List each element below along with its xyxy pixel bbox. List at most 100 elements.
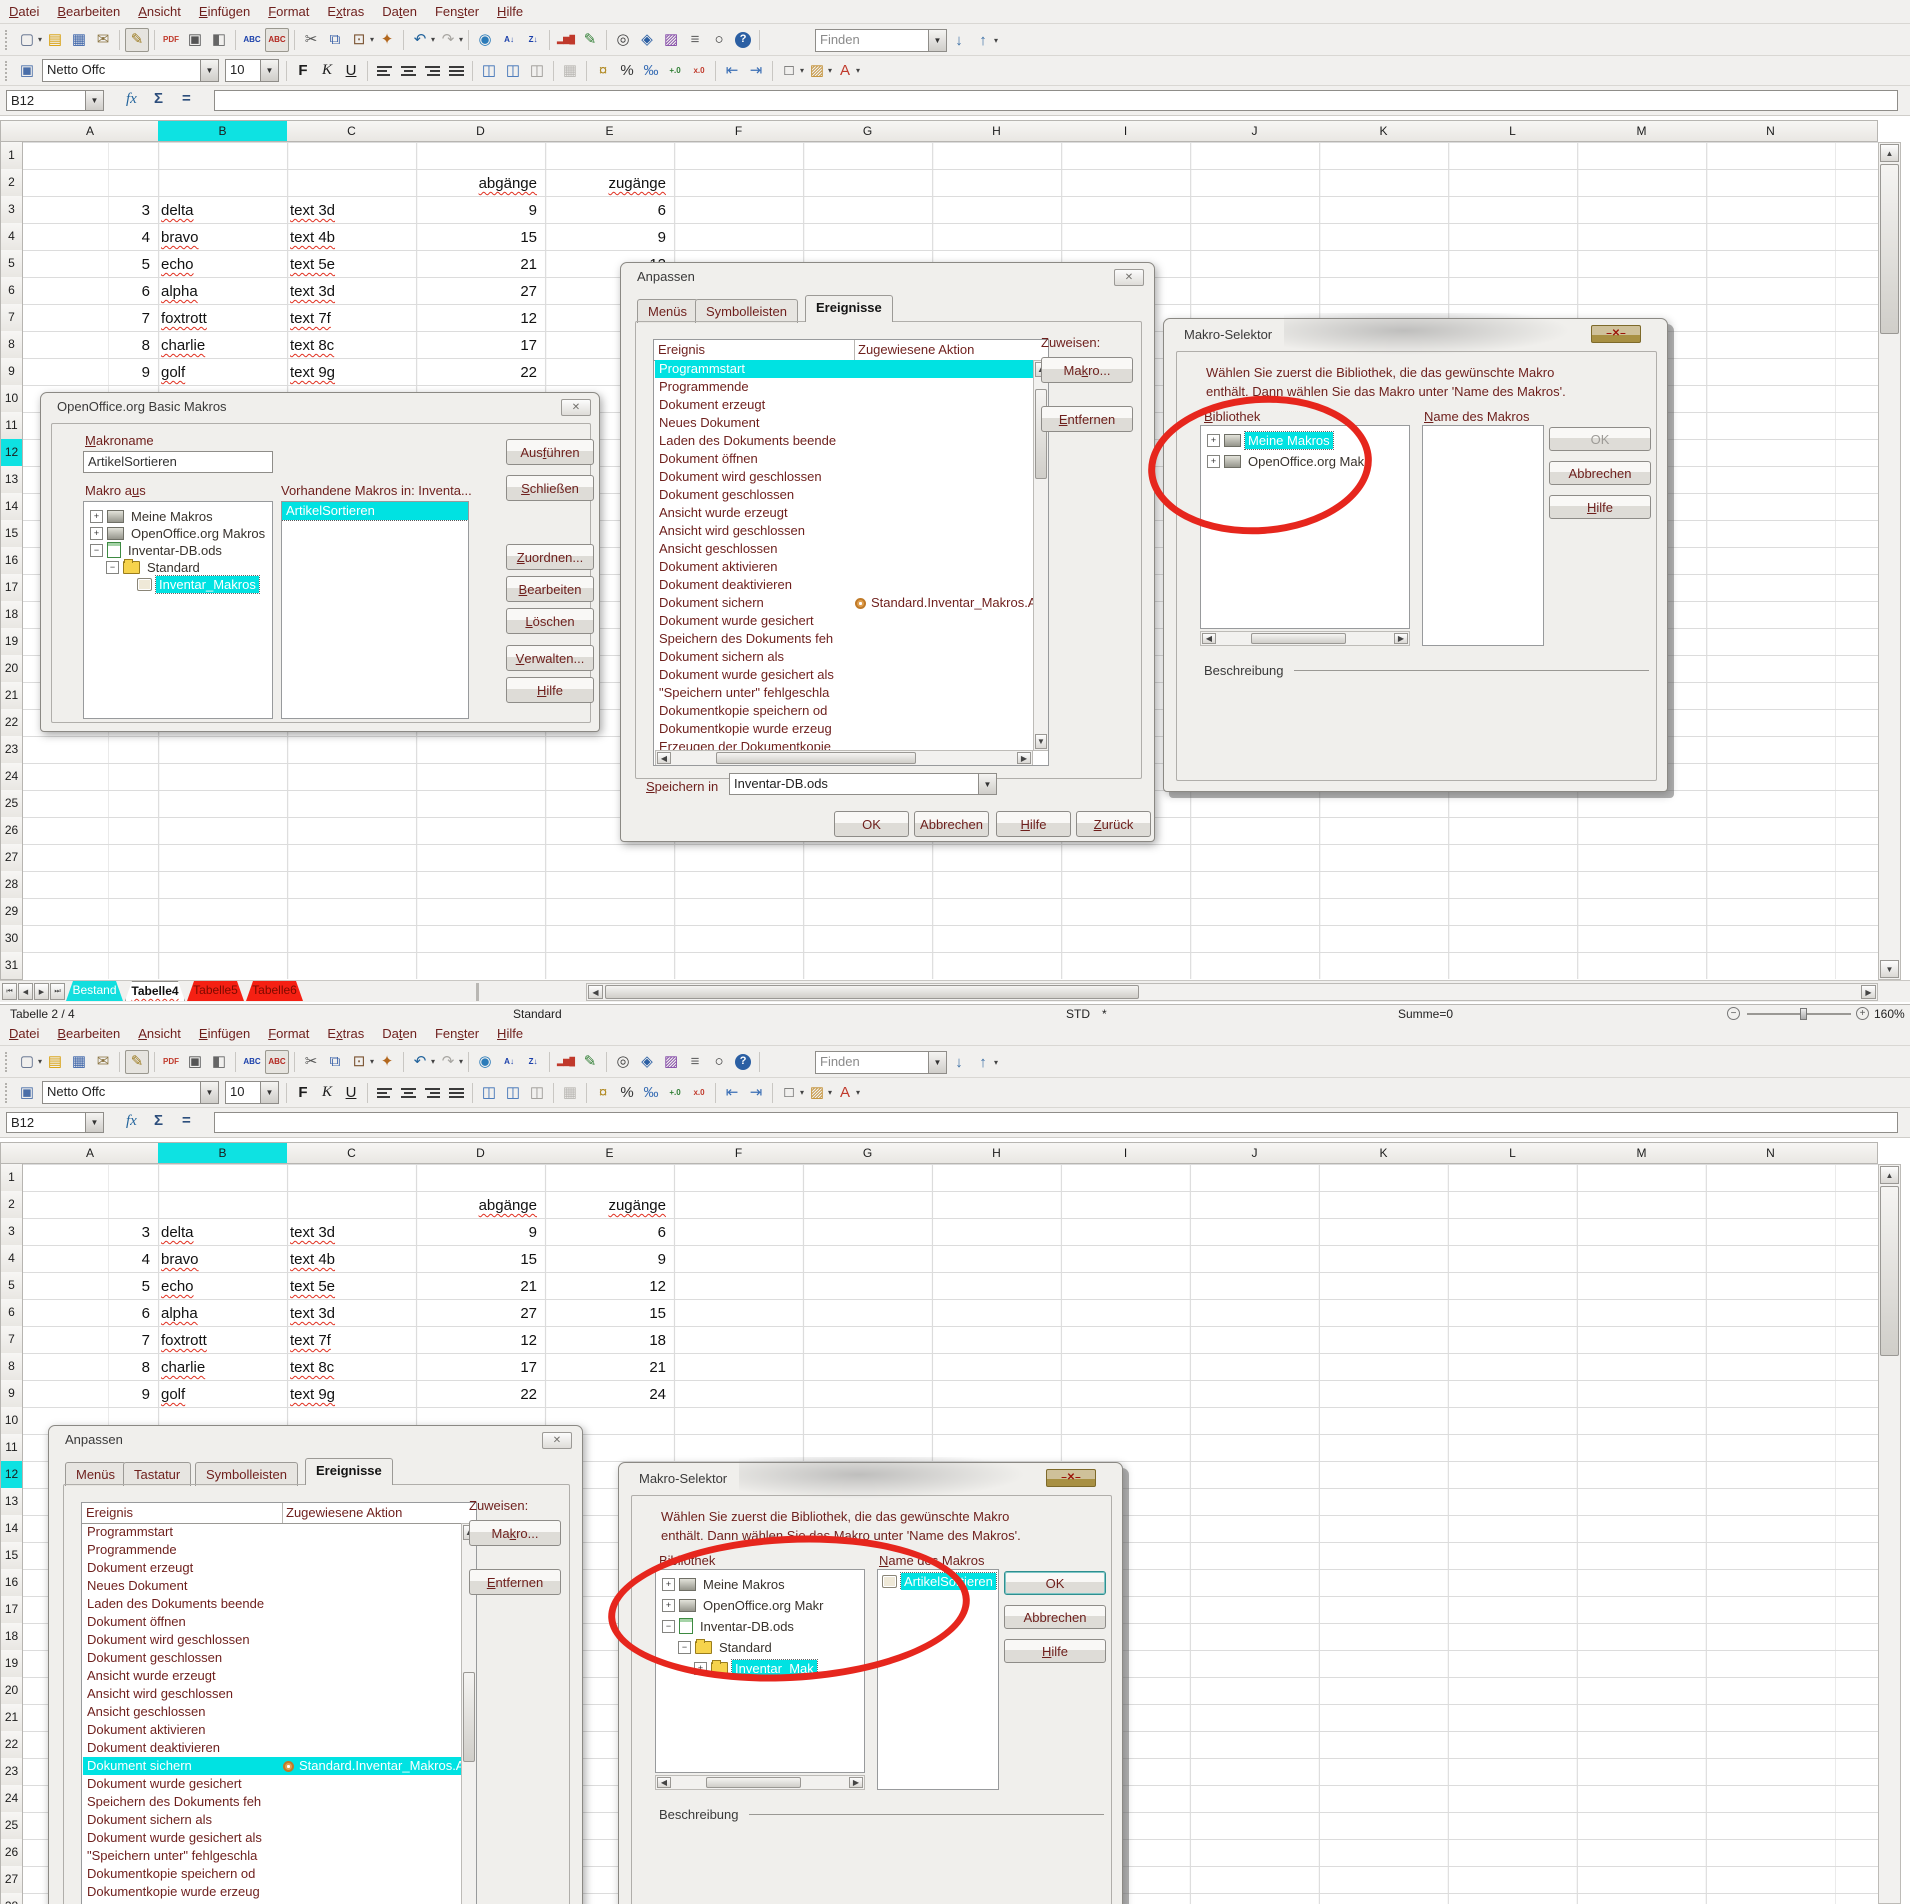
- button-hilfe[interactable]: Hilfe: [506, 677, 594, 703]
- event-row[interactable]: Dokument wurde gesichert als: [655, 666, 1033, 684]
- delete-decimal-icon[interactable]: x.0: [688, 60, 710, 82]
- row-header-26[interactable]: 26: [0, 817, 23, 845]
- row-header-8[interactable]: 8: [0, 331, 23, 359]
- cell-D3[interactable]: 9: [416, 197, 544, 223]
- cell-B5[interactable]: echo: [158, 1273, 286, 1299]
- underline-icon[interactable]: U: [340, 60, 362, 82]
- cell-B9[interactable]: golf: [158, 1381, 286, 1407]
- table-borders-icon[interactable]: ▦: [559, 1082, 581, 1104]
- cell-D7[interactable]: 12: [416, 1327, 544, 1353]
- cell-A8[interactable]: 8: [22, 332, 157, 358]
- font-name-combo[interactable]: Netto Offc▼: [42, 1081, 219, 1104]
- event-row[interactable]: Dokument erzeugt: [655, 396, 1033, 414]
- find-dropdown-icon[interactable]: ▼: [928, 30, 946, 51]
- insert-chart-icon[interactable]: ▂▆█: [555, 29, 577, 51]
- row-header-10[interactable]: 10: [0, 1407, 23, 1435]
- sheet-nav-next-icon[interactable]: ▶: [34, 983, 49, 1000]
- event-row[interactable]: Dokument wurde gesichert: [655, 612, 1033, 630]
- event-row[interactable]: Neues Dokument: [83, 1577, 461, 1595]
- event-row[interactable]: Programmstart: [83, 1523, 461, 1541]
- cell-D9[interactable]: 22: [416, 1381, 544, 1407]
- dropdown-arrow-icon[interactable]: ▾: [459, 35, 463, 44]
- row-header-9[interactable]: 9: [0, 358, 23, 386]
- table-borders-icon[interactable]: ▦: [559, 60, 581, 82]
- macro-name-list[interactable]: ArtikelSortieren: [877, 1569, 999, 1790]
- save-in-combo[interactable]: Inventar-DB.ods▼: [729, 773, 997, 795]
- undo-icon[interactable]: ↶: [409, 29, 431, 51]
- row-header-16[interactable]: 16: [0, 1569, 23, 1597]
- row-header-24[interactable]: 24: [0, 763, 23, 791]
- event-row[interactable]: Dokument wurde gesichert: [83, 1775, 461, 1793]
- column-header-L[interactable]: L: [1448, 1142, 1578, 1164]
- new-document-icon[interactable]: ▢: [16, 29, 38, 51]
- column-header-F[interactable]: F: [674, 1142, 804, 1164]
- cell-C9[interactable]: text 9g: [287, 359, 415, 385]
- tree-expander-icon[interactable]: +: [1207, 434, 1220, 447]
- sort-ascending-icon[interactable]: A↓: [498, 1051, 520, 1073]
- cut-icon[interactable]: ✂: [300, 1051, 322, 1073]
- save-in-dropdown-icon[interactable]: ▼: [978, 774, 996, 794]
- column-header-E[interactable]: E: [545, 1142, 675, 1164]
- sum-button[interactable]: Σ: [154, 90, 178, 111]
- auto-spellcheck-icon[interactable]: ABC: [265, 1050, 289, 1074]
- row-header-15[interactable]: 15: [0, 520, 23, 548]
- format-percent-icon[interactable]: %: [616, 1082, 638, 1104]
- sheet-tab-tabelle4[interactable]: Tabelle4: [125, 981, 185, 1001]
- row-header-18[interactable]: 18: [0, 1623, 23, 1651]
- row-header-19[interactable]: 19: [0, 628, 23, 656]
- cell-C4[interactable]: text 4b: [287, 1246, 415, 1272]
- delete-decimal-icon[interactable]: x.0: [688, 1082, 710, 1104]
- function-wizard-button[interactable]: fx: [126, 1112, 150, 1133]
- row-header-29[interactable]: 29: [0, 898, 23, 926]
- decrease-indent-icon[interactable]: ⇤: [721, 60, 743, 82]
- scrollbar-thumb[interactable]: [605, 985, 1139, 999]
- scroll-right-icon[interactable]: ▶: [1017, 752, 1031, 764]
- row-header-18[interactable]: 18: [0, 601, 23, 629]
- sheet-tab-tabelle5[interactable]: Tabelle5: [187, 981, 244, 1001]
- tree-expander-icon[interactable]: −: [678, 1641, 691, 1654]
- row-header-11[interactable]: 11: [0, 412, 23, 440]
- scroll-left-icon[interactable]: ◀: [1202, 633, 1216, 644]
- tree-expander-icon[interactable]: +: [1207, 455, 1220, 468]
- data-sources-icon[interactable]: ≡: [684, 29, 706, 51]
- tab-tastatur[interactable]: Tastatur: [123, 1462, 191, 1486]
- italic-icon[interactable]: K: [316, 1082, 338, 1104]
- tree-item[interactable]: −Inventar-DB.ods: [662, 1616, 797, 1636]
- scroll-right-icon[interactable]: ▶: [1394, 633, 1408, 644]
- button-abbrechen[interactable]: Abbrechen: [914, 811, 989, 837]
- row-header-31[interactable]: 31: [0, 952, 23, 980]
- event-row[interactable]: Programmende: [655, 378, 1033, 396]
- redo-icon[interactable]: ↷: [437, 29, 459, 51]
- add-decimal-icon[interactable]: +.0: [664, 1082, 686, 1104]
- menu-extras[interactable]: Extras: [318, 1023, 373, 1044]
- new-document-icon[interactable]: ▢: [16, 1051, 38, 1073]
- event-row[interactable]: Dokumentkopie speichern od: [655, 702, 1033, 720]
- find-input[interactable]: Finden▼: [815, 1051, 947, 1074]
- cell-E4[interactable]: 9: [545, 1246, 673, 1272]
- row-header-27[interactable]: 27: [0, 844, 23, 872]
- tree-expander-icon[interactable]: +: [90, 510, 103, 523]
- font-size-combo[interactable]: 10▼: [225, 1081, 279, 1104]
- tree-expander-icon[interactable]: −: [90, 544, 103, 557]
- background-color-icon[interactable]: ▨: [806, 1082, 828, 1104]
- format-paintbrush-icon[interactable]: ✦: [376, 29, 398, 51]
- row-header-14[interactable]: 14: [0, 493, 23, 521]
- cell-D4[interactable]: 15: [416, 1246, 544, 1272]
- cell-B7[interactable]: foxtrott: [158, 1327, 286, 1353]
- macro-name-input[interactable]: ArtikelSortieren: [83, 451, 273, 473]
- cell-C6[interactable]: text 3d: [287, 278, 415, 304]
- remove-button[interactable]: Entfernen: [469, 1569, 561, 1595]
- tree-item[interactable]: +Meine Makros: [1207, 430, 1333, 450]
- format-standard-icon[interactable]: ‰: [640, 1082, 662, 1104]
- find-next-icon[interactable]: ↓: [948, 1051, 970, 1073]
- event-list[interactable]: EreignisZugewiesene AktionProgrammstartP…: [653, 339, 1049, 766]
- edit-file-icon[interactable]: ✎: [125, 28, 149, 52]
- menu-format[interactable]: Format: [259, 1, 318, 22]
- decrease-indent-icon[interactable]: ⇤: [721, 1082, 743, 1104]
- find-overflow-icon[interactable]: ▾: [994, 1058, 998, 1067]
- find-input[interactable]: Finden▼: [815, 29, 947, 52]
- name-box[interactable]: B12▼: [6, 1112, 104, 1133]
- column-header-H[interactable]: H: [932, 120, 1062, 142]
- row-header-17[interactable]: 17: [0, 574, 23, 602]
- auto-spellcheck-icon[interactable]: ABC: [265, 28, 289, 52]
